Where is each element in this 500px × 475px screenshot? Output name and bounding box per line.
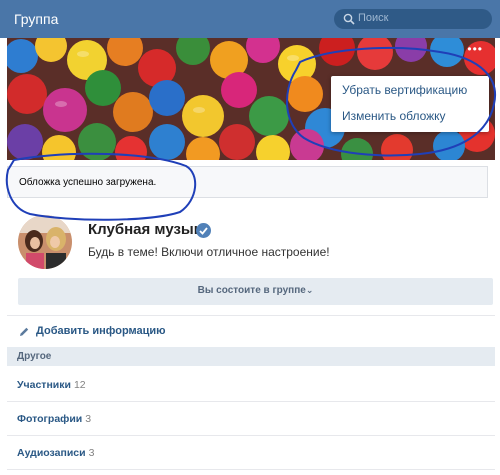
- avatar[interactable]: [18, 215, 72, 269]
- search-icon: [343, 13, 355, 25]
- row-label: Фотографии: [17, 413, 83, 425]
- add-info-label: Добавить информацию: [36, 325, 166, 337]
- group-name: Клубная музыка: [88, 221, 210, 238]
- group-profile: Клубная музыка Будь в теме! Включи отлич…: [7, 203, 495, 315]
- page-title: Группа: [14, 11, 59, 27]
- row-label: Аудиозаписи: [17, 447, 86, 459]
- list-item-photos[interactable]: Фотографии 3: [7, 402, 495, 436]
- row-count: 12: [73, 379, 86, 391]
- list-item-members[interactable]: Участники 12: [7, 368, 495, 402]
- avatar-image: [18, 215, 72, 269]
- list-item-audio[interactable]: Аудиозаписи 3: [7, 436, 495, 470]
- row-count: 3: [85, 413, 92, 425]
- menu-item-change-cover[interactable]: Изменить обложку: [342, 109, 446, 123]
- group-status: Будь в теме! Включи отличное настроение!: [88, 245, 330, 259]
- membership-button[interactable]: Вы состоите в группе⌄: [18, 278, 493, 305]
- row-label: Участники: [17, 379, 71, 391]
- top-bar: Группа Поиск: [0, 0, 500, 38]
- add-info-link[interactable]: Добавить информацию: [7, 315, 495, 347]
- verified-icon: [196, 223, 211, 238]
- membership-label: Вы состоите в группе: [197, 285, 306, 296]
- section-header-other: Другое: [7, 347, 495, 366]
- pencil-icon: [20, 327, 29, 336]
- notice-text: Обложка успешно загружена.: [19, 177, 157, 188]
- row-count: 3: [88, 447, 95, 459]
- cover-menu: Убрать вертификацию Изменить обложку: [331, 76, 489, 132]
- chevron-down-icon: ⌄: [305, 285, 314, 295]
- upload-success-notice: Обложка успешно загружена.: [7, 166, 488, 198]
- cover-more-icon[interactable]: •••: [467, 42, 483, 56]
- menu-item-remove-verification[interactable]: Убрать вертификацию: [342, 83, 467, 97]
- search-placeholder: Поиск: [358, 12, 389, 24]
- section-title: Другое: [17, 351, 52, 362]
- search-input[interactable]: Поиск: [334, 9, 492, 29]
- membership-button-row: Вы состоите в группе⌄: [18, 285, 493, 296]
